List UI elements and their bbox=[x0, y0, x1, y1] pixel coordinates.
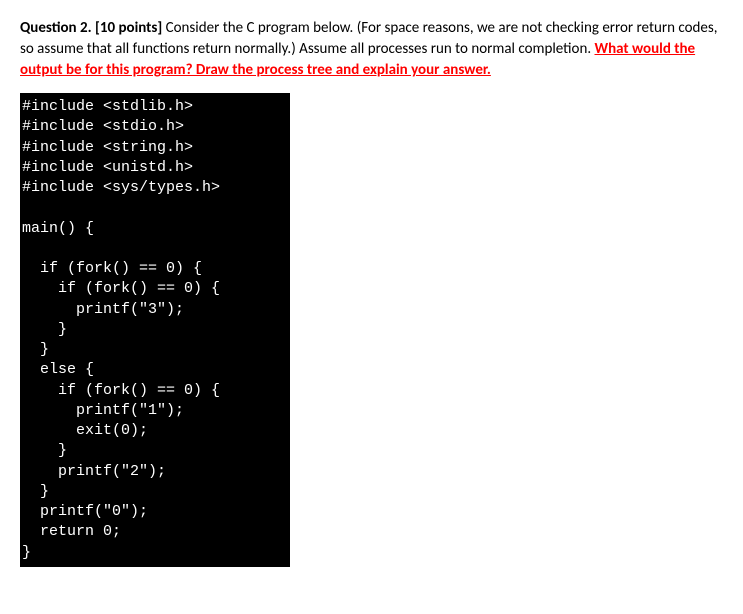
code-line: exit(0); bbox=[22, 422, 148, 439]
code-line: } bbox=[22, 544, 31, 561]
code-line: } bbox=[22, 483, 49, 500]
code-line: printf("0"); bbox=[22, 503, 148, 520]
code-line: if (fork() == 0) { bbox=[22, 280, 220, 297]
code-line: return 0; bbox=[22, 523, 121, 540]
code-line: #include <stdlib.h> bbox=[22, 98, 193, 115]
code-line: if (fork() == 0) { bbox=[22, 382, 220, 399]
code-line: printf("3"); bbox=[22, 301, 184, 318]
code-line: printf("2"); bbox=[22, 463, 166, 480]
code-line: } bbox=[22, 321, 67, 338]
question-label: Question 2. [10 points] bbox=[20, 19, 162, 37]
code-line: #include <string.h> bbox=[22, 139, 193, 156]
code-line: } bbox=[22, 442, 67, 459]
code-line: #include <unistd.h> bbox=[22, 159, 193, 176]
code-line: #include <stdio.h> bbox=[22, 118, 184, 135]
code-line: printf("1"); bbox=[22, 402, 184, 419]
code-line: main() { bbox=[22, 220, 94, 237]
code-line: else { bbox=[22, 361, 94, 378]
question-header: Question 2. [10 points] Consider the C p… bbox=[20, 18, 723, 81]
code-block: #include <stdlib.h> #include <stdio.h> #… bbox=[20, 93, 290, 567]
code-line: if (fork() == 0) { bbox=[22, 260, 202, 277]
code-line: } bbox=[22, 341, 49, 358]
code-line: #include <sys/types.h> bbox=[22, 179, 220, 196]
